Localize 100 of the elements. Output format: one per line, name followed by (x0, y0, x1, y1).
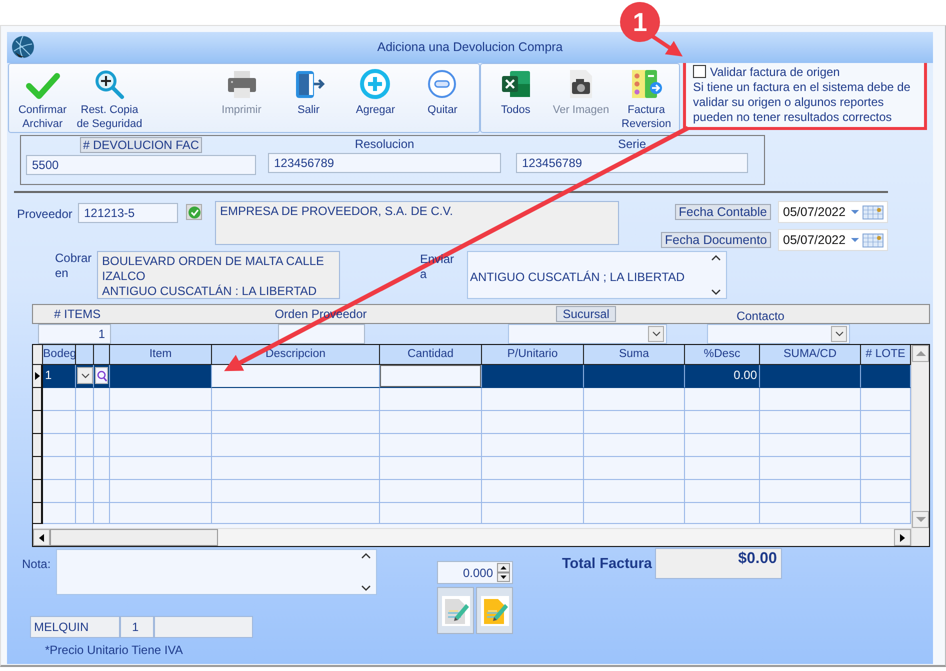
table-cell (94, 434, 110, 457)
row-header[interactable] (33, 457, 43, 480)
table-cell (43, 388, 76, 411)
lookup-button[interactable] (95, 367, 108, 384)
table-cell (76, 434, 94, 457)
export-button[interactable]: Todos (483, 64, 548, 132)
add-button[interactable]: Agregar (342, 64, 409, 132)
table-cell (76, 388, 94, 411)
row-header[interactable] (33, 365, 43, 388)
step-badge: 1 (620, 2, 660, 42)
column-header[interactable]: Descripcion (212, 345, 380, 365)
total-value: $0.00 (654, 548, 782, 579)
table-cell (43, 457, 76, 480)
table-cell (94, 457, 110, 480)
scroll-down-icon[interactable] (361, 585, 371, 591)
calendar-dropdown-icon[interactable] (849, 204, 885, 220)
scroll-up-icon[interactable] (711, 255, 721, 261)
validation-note: Si tiene un factura en el sistema debe de validar su origen o algunos reportes pueden no tener resultados correctos (693, 80, 912, 125)
table-cell (94, 503, 110, 524)
pencil-document-icon (440, 594, 470, 626)
column-header[interactable]: # LOTE (861, 345, 911, 365)
exit-button[interactable]: Salir (275, 64, 342, 132)
column-label: Contacto (736, 308, 784, 325)
column-label: # ITEMS (54, 306, 101, 323)
annotation-arrow (650, 34, 683, 56)
field-text: ANTIGUO CUSCATLÁN ; LA LIBERTAD (470, 269, 685, 286)
field-label: Cobrar en (55, 251, 93, 282)
globe-icon (11, 35, 35, 59)
scrollbar-thumb[interactable] (50, 529, 218, 546)
check-icon (188, 206, 200, 218)
search-icon (96, 370, 106, 382)
table-cell (76, 503, 94, 524)
table-cell (76, 411, 94, 434)
table-cell (76, 480, 94, 503)
row-header[interactable] (33, 411, 43, 434)
validate-button[interactable] (186, 204, 202, 220)
date-label: Fecha Documento (660, 232, 771, 248)
table-cell: 1 (43, 365, 76, 388)
column-header[interactable]: Suma (584, 345, 685, 365)
row-header[interactable] (33, 503, 43, 524)
table-cell (94, 411, 110, 434)
shipping-address-field[interactable]: ANTIGUO CUSCATLÁN ; LA LIBERTAD (467, 251, 727, 299)
magnifier-icon (92, 68, 126, 100)
number-field: 1 (120, 616, 154, 638)
table-cell (43, 503, 76, 524)
date-field[interactable]: 05/07/2022 (778, 229, 888, 251)
pencil-document-icon (480, 594, 510, 626)
column-header[interactable]: SUMA/CD (760, 345, 861, 365)
field-label: Proveedor (17, 206, 74, 223)
user-field: MELQUIN (30, 616, 120, 638)
table-cell (43, 480, 76, 503)
spinner-value: 0.000 (462, 564, 493, 582)
remove-button[interactable]: Quitar (409, 64, 476, 132)
text-field[interactable]: 123456789 (516, 153, 748, 173)
text-field[interactable]: 123456789 (268, 153, 501, 173)
chevron-down-icon (834, 331, 844, 337)
scroll-left-button[interactable] (33, 529, 50, 546)
scroll-up-icon[interactable] (361, 553, 371, 559)
footnote: *Precio Unitario Tiene IVA (45, 642, 184, 659)
date-label: Fecha Contable (674, 204, 771, 220)
row-header[interactable] (33, 480, 43, 503)
column-header[interactable]: %Desc (685, 345, 760, 365)
items-count-field[interactable]: 1 (38, 324, 111, 344)
row-header[interactable] (33, 434, 43, 457)
chevron-down-icon (80, 372, 90, 378)
field-label: Resolucion (354, 137, 416, 151)
supplier-name-field[interactable]: EMPRESA DE PROVEEDOR, S.A. DE C.V. (215, 201, 619, 245)
table-cell (43, 434, 76, 457)
number-spinner[interactable]: 0.000 (437, 561, 513, 584)
reversal-button[interactable]: Factura Reversion (614, 64, 679, 132)
calendar-dropdown-icon[interactable] (849, 232, 885, 248)
date-value: 05/07/2022 (783, 204, 846, 221)
table-cell (94, 480, 110, 503)
field-label: Nota: (22, 556, 52, 573)
text-field[interactable]: 5500 (26, 155, 256, 175)
grid-corner (33, 345, 43, 365)
column-label: Sucursal (556, 306, 616, 322)
spin-arrows-icon[interactable] (497, 563, 510, 582)
confirm-button[interactable]: Confirmar Archivar (9, 64, 76, 132)
table-cell (76, 457, 94, 480)
column-header[interactable] (76, 345, 94, 365)
date-value: 05/07/2022 (783, 232, 846, 249)
scroll-down-icon[interactable] (711, 289, 721, 295)
billing-address-field[interactable]: BOULEVARD ORDEN DE MALTA CALLE IZALCO ANTIGUO CUSCATLÁN : LA LIBERTAD (97, 251, 340, 299)
column-header[interactable]: Cantidad (380, 345, 482, 365)
field-label: # DEVOLUCION FAC (80, 137, 202, 153)
column-header[interactable]: Item (110, 345, 212, 365)
note-field[interactable] (56, 549, 377, 595)
restore-backup-button[interactable]: Rest. Copia de Seguridad (76, 64, 143, 132)
document-icon (629, 68, 664, 100)
validate-origin-checkbox[interactable]: Validar factura de origen (693, 65, 840, 80)
chevron-down-icon (652, 331, 660, 337)
cell-dropdown[interactable] (77, 367, 93, 384)
column-header[interactable] (94, 345, 110, 365)
column-header[interactable]: P/Unitario (482, 345, 584, 365)
supplier-code-field[interactable]: 121213-5 (78, 203, 178, 223)
row-header[interactable] (33, 388, 43, 411)
scroll-right-button[interactable] (894, 529, 911, 546)
table-cell (94, 388, 110, 411)
date-field[interactable]: 05/07/2022 (778, 201, 888, 223)
